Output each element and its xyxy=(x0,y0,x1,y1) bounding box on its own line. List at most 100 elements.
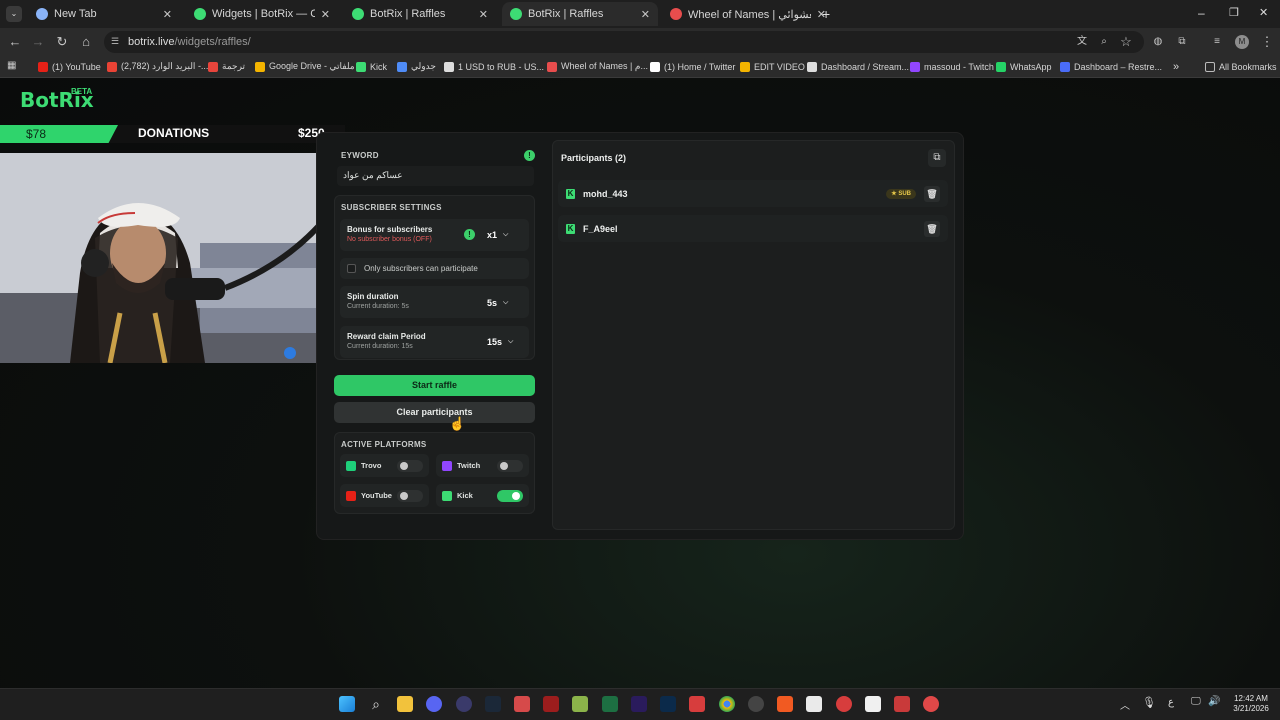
extension-icon[interactable]: ◍ xyxy=(1150,34,1166,50)
trash-icon[interactable]: 🗑 xyxy=(924,220,940,237)
url-path: /widgets/raffles/ xyxy=(174,36,251,48)
bookmark-schedule[interactable]: جدولي xyxy=(397,58,436,75)
bookmark-usd-rub[interactable]: 1 USD to RUB - US... xyxy=(444,58,544,75)
capcut-icon[interactable] xyxy=(806,696,822,712)
media-player-icon[interactable] xyxy=(456,696,472,712)
reload-icon[interactable]: ↻ xyxy=(54,34,70,50)
steam-icon[interactable] xyxy=(485,696,501,712)
home-icon[interactable]: ⌂ xyxy=(78,34,94,50)
tab-widgets[interactable]: Widgets | BotRix — Cloud Strea ✕ xyxy=(186,2,338,26)
tab-raffles-active[interactable]: BotRix | Raffles ✕ xyxy=(502,2,658,26)
translate-icon[interactable]: 文 xyxy=(1074,34,1090,50)
tray-chevron-icon[interactable]: ︿ xyxy=(1120,697,1130,712)
microphone-icon[interactable]: 🎙 xyxy=(1142,696,1156,709)
bookmark-label: WhatsApp xyxy=(1010,61,1052,72)
bookmark-twitter[interactable]: (1) Home / Twitter xyxy=(650,58,735,75)
window-close-icon[interactable]: ✕ xyxy=(1259,6,1268,19)
network-icon[interactable]: 🖵 xyxy=(1191,696,1201,707)
address-bar[interactable]: ☰ botrix.live/widgets/raffles/ xyxy=(104,31,1144,53)
bookmark-restream[interactable]: Dashboard – Restre... xyxy=(1060,58,1162,75)
photoshop-icon[interactable] xyxy=(660,696,676,712)
tab-new-tab[interactable]: New Tab ✕ xyxy=(28,2,180,26)
bonus-info-icon[interactable]: ! xyxy=(464,229,475,240)
keyword-value: عساكم من عواد xyxy=(343,170,403,180)
bookmark-label: (1) YouTube xyxy=(52,61,101,72)
keyword-info-icon[interactable]: ! xyxy=(524,150,535,161)
reward-claim-title: Reward claim Period xyxy=(347,332,426,341)
app-icon[interactable] xyxy=(572,696,588,712)
reward-claim-select[interactable]: 15s ⌵ xyxy=(487,337,513,347)
tab-raffles-1[interactable]: BotRix | Raffles ✕ xyxy=(344,2,496,26)
all-bookmarks[interactable]: All Bookmarks xyxy=(1205,58,1277,75)
profile-avatar[interactable]: M xyxy=(1235,35,1249,49)
taskbar-clock[interactable]: 12:42 AM 3/21/2026 xyxy=(1226,694,1276,714)
bookmark-kick[interactable]: Kick xyxy=(356,58,387,75)
close-icon[interactable]: ✕ xyxy=(641,8,650,21)
premiere-pro-icon[interactable] xyxy=(631,696,647,712)
back-arrow-icon[interactable]: ← xyxy=(7,34,23,50)
trash-icon[interactable]: 🗑 xyxy=(924,185,940,202)
spin-duration-select[interactable]: 5s ⌵ xyxy=(487,298,508,308)
bookmark-label: 1 USD to RUB - US... xyxy=(458,61,545,72)
zoom-icon[interactable]: ⌕ xyxy=(1096,34,1112,50)
discord-icon[interactable] xyxy=(426,696,442,712)
bookmark-twitch[interactable]: massoud - Twitch xyxy=(910,58,994,75)
epic-games-icon[interactable] xyxy=(514,696,530,712)
chrome-icon[interactable] xyxy=(719,696,735,712)
adobe-icon[interactable] xyxy=(689,696,705,712)
close-icon[interactable]: ✕ xyxy=(321,8,330,21)
bonus-multiplier-select[interactable]: x1 ⌵ xyxy=(487,230,508,240)
platform-twitch: Twitch xyxy=(436,454,529,477)
app-icon[interactable] xyxy=(923,696,939,712)
windows-start-icon[interactable] xyxy=(339,696,355,712)
site-info-icon[interactable]: ☰ xyxy=(111,36,119,47)
tab-wheel-of-names[interactable]: Wheel of Names | سم العشوائي ✕ xyxy=(662,2,834,26)
bookmark-wheel-of-names[interactable]: Wheel of Names | م... xyxy=(547,58,648,75)
close-icon[interactable]: ✕ xyxy=(163,8,172,21)
browser-menu-icon[interactable]: ⋮ xyxy=(1259,34,1275,50)
platform-name: Kick xyxy=(457,491,473,500)
app-icon[interactable] xyxy=(836,696,852,712)
only-subscribers-checkbox[interactable] xyxy=(347,264,356,273)
copy-icon[interactable]: ⧉ xyxy=(928,149,946,167)
app-icon[interactable] xyxy=(894,696,910,712)
youtube-toggle[interactable] xyxy=(397,489,423,502)
participant-name: F_A9eel xyxy=(583,223,618,234)
excel-icon[interactable] xyxy=(602,696,618,712)
search-icon[interactable]: ⌕ xyxy=(368,696,384,712)
clear-participants-button[interactable]: Clear participants xyxy=(334,402,535,423)
gmail-icon xyxy=(107,61,117,72)
restream-icon xyxy=(1060,61,1070,72)
keyword-input[interactable]: عساكم من عواد xyxy=(337,166,534,186)
volume-icon[interactable]: 🔊 xyxy=(1208,696,1220,707)
trovo-toggle[interactable] xyxy=(397,459,423,472)
input-language[interactable]: ع xyxy=(1168,697,1174,708)
bookmark-whatsapp[interactable]: WhatsApp xyxy=(996,58,1052,75)
bookmark-dashboard-stream[interactable]: Dashboard / Stream... xyxy=(807,58,909,75)
window-restore-icon[interactable]: ❐ xyxy=(1229,6,1239,19)
new-tab-plus-icon[interactable]: + xyxy=(822,6,830,22)
start-raffle-button[interactable]: Start raffle xyxy=(334,375,535,396)
file-explorer-icon[interactable] xyxy=(397,696,413,712)
app-icon[interactable] xyxy=(865,696,881,712)
window-minimize-icon[interactable]: – xyxy=(1198,6,1205,20)
star-bookmark-icon[interactable]: ☆ xyxy=(1118,34,1134,50)
app-icon[interactable] xyxy=(748,696,764,712)
close-icon[interactable]: ✕ xyxy=(479,8,488,21)
twitch-icon xyxy=(910,61,920,72)
bookmarks-overflow-icon[interactable]: » xyxy=(1173,58,1179,75)
bookmark-gmail[interactable]: (2,782) البريد الوارد -... xyxy=(107,58,208,75)
media-control-icon[interactable]: ≡ xyxy=(1209,34,1225,50)
forward-arrow-icon[interactable]: → xyxy=(30,34,46,50)
kick-toggle[interactable] xyxy=(497,489,523,502)
bookmark-google-drive[interactable]: Google Drive - ملفاتي xyxy=(255,58,355,75)
apps-grid-icon[interactable]: ▦ xyxy=(7,60,16,71)
app-icon[interactable] xyxy=(543,696,559,712)
bookmark-translate[interactable]: ترجمة xyxy=(208,58,245,75)
bookmark-youtube[interactable]: (1) YouTube xyxy=(38,58,101,75)
brave-icon[interactable] xyxy=(777,696,793,712)
tab-search-button[interactable]: ⌄ xyxy=(6,6,22,22)
puzzle-extensions-icon[interactable]: ⧉ xyxy=(1174,34,1190,50)
bookmark-edit-video[interactable]: EDIT VIDEO xyxy=(740,58,805,75)
twitch-toggle[interactable] xyxy=(497,459,523,472)
